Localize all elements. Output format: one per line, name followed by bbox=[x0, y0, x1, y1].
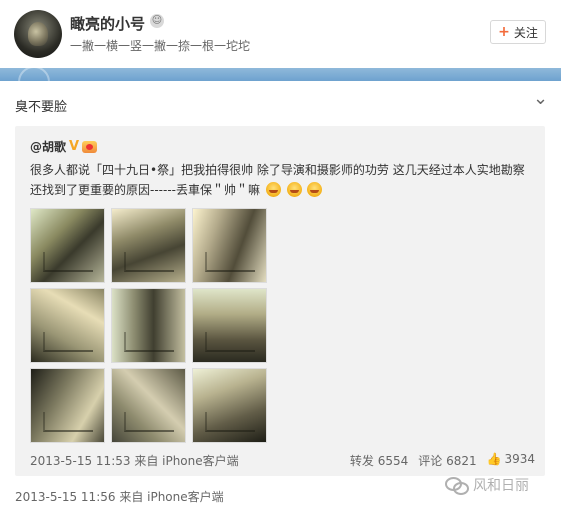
reposted-weibo: @胡歌 V 很多人都说「四十九日•祭」把我拍得很帅 除了导演和摄影师的功劳 这几… bbox=[15, 126, 545, 476]
like-count: 3934 bbox=[504, 452, 535, 466]
verified-v-icon: V bbox=[69, 139, 80, 154]
repost-author-row: @胡歌 V bbox=[30, 138, 98, 155]
repost-photo[interactable] bbox=[192, 288, 267, 363]
follow-button[interactable]: + 关注 bbox=[490, 20, 546, 44]
post-time-source[interactable]: 2013-5-15 11:56 来自 iPhone客户端 bbox=[15, 488, 224, 505]
watermark: 风和日丽 bbox=[445, 475, 529, 495]
follow-label: 关注 bbox=[513, 25, 538, 40]
repost-photo[interactable] bbox=[192, 368, 267, 443]
repost-author-name[interactable]: @胡歌 bbox=[30, 138, 66, 155]
repost-photo[interactable] bbox=[30, 288, 105, 363]
thumb-up-icon: 👍 bbox=[486, 452, 502, 466]
repost-photo[interactable] bbox=[111, 288, 186, 363]
laugh-emoji-icon bbox=[286, 182, 302, 197]
avatar[interactable] bbox=[14, 10, 62, 58]
username[interactable]: 瞰亮的小号 bbox=[70, 13, 145, 34]
laugh-emoji-icon bbox=[265, 182, 281, 197]
repost-photo[interactable] bbox=[30, 208, 105, 283]
repost-photo[interactable] bbox=[111, 368, 186, 443]
comment-count-link[interactable]: 评论 6821 bbox=[418, 452, 476, 469]
repost-text: 很多人都说「四十九日•祭」把我拍得很帅 除了导演和摄影师的功劳 这几天经过本人实… bbox=[30, 160, 535, 200]
plus-icon: + bbox=[498, 24, 510, 40]
laugh-emoji-icon bbox=[307, 182, 323, 197]
wechat-icon bbox=[445, 475, 469, 495]
repost-photo[interactable] bbox=[111, 208, 186, 283]
user-motto: 一撇一横一竖一撇一捺一根一坨坨 bbox=[70, 39, 251, 53]
member-crown-icon bbox=[82, 140, 98, 153]
repost-photo[interactable] bbox=[192, 208, 267, 283]
repost-stats: 转发 6554 评论 6821 👍 3934 bbox=[350, 452, 535, 469]
user-badge-icon: ☺ bbox=[150, 14, 164, 28]
profile-cover-strip bbox=[0, 66, 561, 98]
repost-time-source[interactable]: 2013-5-15 11:53 来自 iPhone客户端 bbox=[30, 452, 239, 469]
post-text: 臭不要脸 bbox=[15, 100, 68, 115]
repost-photo[interactable] bbox=[30, 368, 105, 443]
like-button[interactable]: 👍 3934 bbox=[487, 452, 535, 469]
chevron-down-icon[interactable]: ⌄ bbox=[533, 90, 548, 108]
profile-header: 瞰亮的小号 ☺ 一撇一横一竖一撇一捺一根一坨坨 + 关注 bbox=[0, 0, 561, 68]
watermark-text: 风和日丽 bbox=[473, 478, 529, 494]
repost-count-link[interactable]: 转发 6554 bbox=[350, 452, 408, 469]
